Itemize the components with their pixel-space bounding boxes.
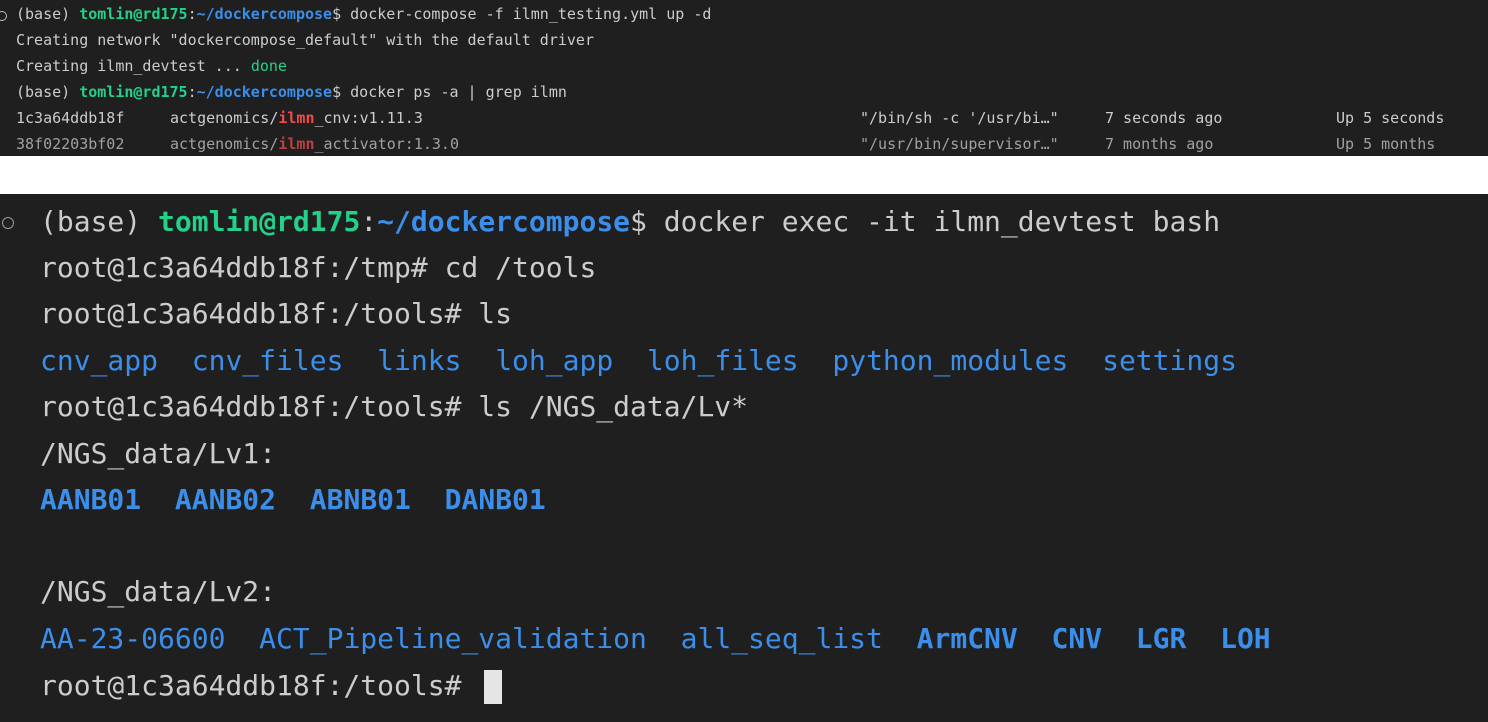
- dir-entry: loh_files: [646, 344, 799, 377]
- container-created: 7 months ago: [1105, 135, 1214, 153]
- cwd-path: ~/dockercompose: [196, 5, 333, 23]
- container-status: Up 5 months: [1336, 135, 1436, 153]
- dir-entry: AANB01: [40, 483, 142, 516]
- dir-entry: loh_app: [495, 344, 614, 377]
- terminal-line-ls-ngs: root@1c3a64ddb18f:/tools# ls /NGS_data/L…: [0, 385, 1488, 429]
- cwd-path: ~/dockercompose: [377, 205, 631, 238]
- user-host: tomlin@rd175: [158, 205, 361, 238]
- dir-entry: settings: [1102, 344, 1237, 377]
- dir-entry: LOH: [1220, 622, 1271, 655]
- prompt-dollar: $: [332, 5, 342, 23]
- dir-header: /NGS_data/Lv2:: [40, 575, 277, 608]
- container-id: 1c3a64ddb18f: [16, 109, 125, 127]
- terminal-output-line: Creating network "dockercompose_default"…: [0, 28, 1488, 52]
- ls-output-lv1: AANB01 AANB02 ABNB01 DANB01: [0, 478, 1488, 522]
- colon: :: [187, 83, 197, 101]
- dir-entry: DANB01: [444, 483, 546, 516]
- conda-env: (base): [16, 83, 80, 101]
- top-terminal-panel[interactable]: (base) tomlin@rd175:~/dockercompose$ doc…: [0, 0, 1488, 156]
- container-image: actgenomics/ilmn_cnv:v1.11.3: [170, 109, 423, 127]
- dir-entry: LGR: [1135, 622, 1187, 655]
- command-text: docker ps -a | grep ilmn: [341, 83, 567, 101]
- terminal-line-docker-exec: (base) tomlin@rd175:~/dockercompose$ doc…: [0, 200, 1488, 244]
- dir-entry: all_seq_list: [680, 622, 883, 655]
- output-text: Creating ilmn_devtest ...: [16, 57, 251, 75]
- output-text: Creating network "dockercompose_default"…: [16, 31, 594, 49]
- dir-entry: cnv_app: [40, 344, 159, 377]
- dir-entry: AA-23-06600: [40, 622, 226, 655]
- container-created: 7 seconds ago: [1105, 109, 1223, 127]
- container-status: Up 5 seconds: [1336, 109, 1445, 127]
- dir-entry: ABNB01: [309, 483, 411, 516]
- dir-entry: CNV: [1051, 622, 1103, 655]
- container-command: "/bin/sh -c '/usr/bi…": [860, 109, 1059, 127]
- colon: :: [360, 205, 378, 238]
- conda-env: (base): [16, 5, 80, 23]
- command-text: root@1c3a64ddb18f:/tools# ls: [40, 297, 513, 330]
- prompt-text: root@1c3a64ddb18f:/tools#: [40, 669, 479, 702]
- screenshot-separator: [0, 156, 1488, 194]
- command-status-circle-icon[interactable]: [2, 217, 14, 229]
- container-id: 38f02203bf02: [16, 135, 125, 153]
- terminal-line-compose-up: (base) tomlin@rd175:~/dockercompose$ doc…: [0, 2, 1488, 26]
- ls-header-lv2: /NGS_data/Lv2:: [0, 570, 1488, 614]
- container-image: actgenomics/ilmn_activator:1.3.0: [170, 135, 459, 153]
- user-host: tomlin@rd175: [79, 83, 188, 101]
- terminal-line-docker-ps: (base) tomlin@rd175:~/dockercompose$ doc…: [0, 80, 1488, 104]
- command-status-circle-icon[interactable]: [0, 11, 7, 21]
- dir-header: /NGS_data/Lv1:: [40, 437, 277, 470]
- command-text: root@1c3a64ddb18f:/tools# ls /NGS_data/L…: [40, 390, 749, 423]
- user-host: tomlin@rd175: [79, 5, 188, 23]
- status-done: done: [250, 57, 287, 75]
- dir-entry: AANB02: [174, 483, 277, 516]
- terminal-line-cd: root@1c3a64ddb18f:/tmp# cd /tools: [0, 246, 1488, 290]
- terminal-current-prompt[interactable]: root@1c3a64ddb18f:/tools#: [0, 664, 1488, 708]
- conda-env: (base): [40, 205, 159, 238]
- dir-entry: cnv_files: [191, 344, 344, 377]
- container-command: "/usr/bin/supervisor…": [860, 135, 1059, 153]
- docker-ps-row: 38f02203bf02 actgenomics/ilmn_activator:…: [0, 132, 1488, 156]
- prompt-dollar: $: [332, 83, 342, 101]
- dir-entry: python_modules: [832, 344, 1069, 377]
- terminal-cursor[interactable]: [484, 670, 503, 704]
- command-text: docker exec -it ilmn_devtest bash: [646, 205, 1221, 238]
- command-text: root@1c3a64ddb18f:/tmp# cd /tools: [40, 251, 597, 284]
- colon: :: [187, 5, 197, 23]
- command-text: docker-compose -f ilmn_testing.yml up -d: [341, 5, 712, 23]
- dir-entry: links: [377, 344, 462, 377]
- terminal-line-ls: root@1c3a64ddb18f:/tools# ls: [0, 292, 1488, 336]
- cwd-path: ~/dockercompose: [196, 83, 333, 101]
- terminal-output-line: Creating ilmn_devtest ... done: [0, 54, 1488, 78]
- dir-entry: ArmCNV: [916, 622, 1018, 655]
- prompt-dollar: $: [630, 205, 647, 238]
- ls-output-tools: cnv_app cnv_files links loh_app loh_file…: [0, 339, 1488, 383]
- bottom-terminal-panel[interactable]: (base) tomlin@rd175:~/dockercompose$ doc…: [0, 194, 1488, 722]
- docker-ps-row: 1c3a64ddb18f actgenomics/ilmn_cnv:v1.11.…: [0, 106, 1488, 130]
- ls-header-lv1: /NGS_data/Lv1:: [0, 432, 1488, 476]
- ls-output-lv2: AA-23-06600 ACT_Pipeline_validation all_…: [0, 617, 1488, 661]
- dir-entry: ACT_Pipeline_validation: [259, 622, 647, 655]
